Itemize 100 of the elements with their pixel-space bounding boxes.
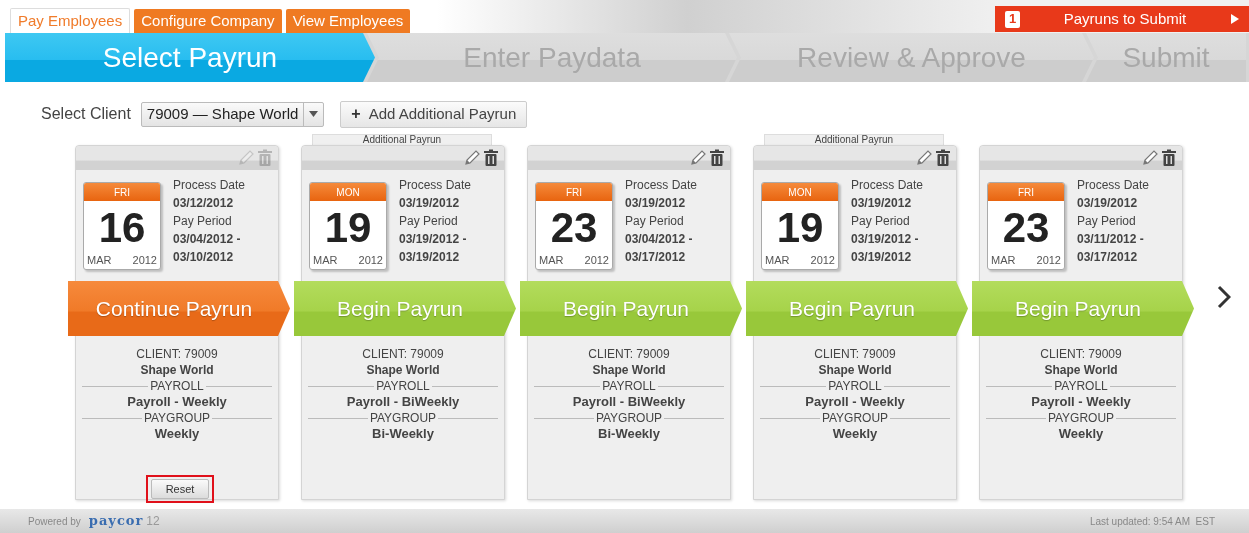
weekday-label: MON xyxy=(310,183,386,201)
submit-label: Payruns to Submit xyxy=(1062,8,1188,29)
year-label: 2012 xyxy=(132,255,157,266)
payrun-action-button[interactable]: Begin Payrun xyxy=(746,281,968,336)
month-label: MAR xyxy=(991,255,1016,266)
client-number: CLIENT: 79009 xyxy=(588,346,670,362)
payrun-action-button[interactable]: Continue Payrun xyxy=(68,281,290,336)
paygroup-name: Bi-Weekly xyxy=(372,426,434,442)
trash-icon[interactable] xyxy=(1161,149,1177,167)
count-badge: 1 xyxy=(1005,10,1020,28)
select-client-label: Select Client xyxy=(41,104,131,124)
payroll-name: Payroll - Weekly xyxy=(1031,394,1131,410)
client-number: CLIENT: 79009 xyxy=(362,346,444,362)
caret-icon[interactable] xyxy=(309,111,319,117)
paygroup-label: PAYGROUP xyxy=(820,410,890,426)
client-number: CLIENT: 79009 xyxy=(1040,346,1122,362)
pencil-icon[interactable] xyxy=(915,149,933,167)
process-date: 03/19/2012 xyxy=(851,195,913,212)
process-date-label: Process Date xyxy=(625,177,698,194)
process-date-label: Process Date xyxy=(173,177,246,194)
day-number: 19 xyxy=(776,207,824,249)
pay-period-start: 03/19/2012 - xyxy=(399,231,468,248)
pencil-icon[interactable] xyxy=(463,149,481,167)
paygroup-label: PAYGROUP xyxy=(368,410,438,426)
pay-period-start: 03/19/2012 - xyxy=(851,231,920,248)
year-label: 2012 xyxy=(358,255,383,266)
pay-period-end: 03/19/2012 xyxy=(399,249,461,266)
paygroup-label: PAYGROUP xyxy=(594,410,664,426)
client-name: Shape World xyxy=(1044,362,1118,378)
payroll-label: PAYROLL xyxy=(149,378,205,394)
client-name: Shape World xyxy=(366,362,440,378)
payrun-action-button[interactable]: Begin Payrun xyxy=(294,281,516,336)
trash-icon[interactable] xyxy=(935,149,951,167)
month-label: MAR xyxy=(87,255,112,266)
process-date: 03/12/2012 xyxy=(173,195,235,212)
paygroup-name: Weekly xyxy=(832,426,878,442)
payroll-name: Payroll - BiWeekly xyxy=(572,394,686,410)
payrun-action-button[interactable]: Begin Payrun xyxy=(972,281,1194,336)
pay-period-start: 03/04/2012 - xyxy=(625,231,694,248)
payroll-name: Payroll - Weekly xyxy=(127,394,227,410)
pay-period-end: 03/19/2012 xyxy=(851,249,913,266)
process-date: 03/19/2012 xyxy=(399,195,461,212)
pay-period-end: 03/10/2012 xyxy=(173,249,235,266)
trash-icon[interactable] xyxy=(709,149,725,167)
payroll-label: PAYROLL xyxy=(375,378,431,394)
step-tab[interactable]: Select Payrun xyxy=(5,33,375,82)
pencil-icon[interactable] xyxy=(1141,149,1159,167)
payroll-label: PAYROLL xyxy=(1053,378,1109,394)
pay-period-end: 03/17/2012 xyxy=(1077,249,1139,266)
pay-period-label: Pay Period xyxy=(173,213,233,230)
year-label: 2012 xyxy=(810,255,835,266)
weekday-label: FRI xyxy=(988,183,1064,201)
day-number: 23 xyxy=(1002,207,1050,249)
pencil-icon[interactable] xyxy=(689,149,707,167)
nav-tab[interactable]: Pay Employees xyxy=(10,8,131,33)
weekday-label: FRI xyxy=(84,183,160,201)
day-number: 16 xyxy=(98,207,146,249)
payrun-action-button[interactable]: Begin Payrun xyxy=(520,281,742,336)
year-label: 2012 xyxy=(584,255,609,266)
last-updated-text: Last updated: 9:54 AM EST xyxy=(1089,514,1215,529)
paygroup-name: Weekly xyxy=(154,426,200,442)
process-date: 03/19/2012 xyxy=(1077,195,1139,212)
client-name: Shape World xyxy=(818,362,892,378)
month-label: MAR xyxy=(765,255,790,266)
weekday-label: FRI xyxy=(536,183,612,201)
day-number: 23 xyxy=(550,207,598,249)
month-label: MAR xyxy=(313,255,338,266)
powered-by-label: Powered by xyxy=(28,514,81,529)
process-date: 03/19/2012 xyxy=(625,195,687,212)
client-dropdown[interactable]: 79009 — Shape World xyxy=(140,101,325,127)
payroll-label: PAYROLL xyxy=(827,378,883,394)
brand-logo: paycor xyxy=(88,512,144,531)
pay-period-label: Pay Period xyxy=(399,213,459,230)
additional-payrun-tag: Additional Payrun xyxy=(312,134,492,146)
add-payrun-button[interactable]: + Add Additional Payrun xyxy=(340,100,528,128)
pay-period-start: 03/04/2012 - xyxy=(173,231,242,248)
weekday-label: MON xyxy=(762,183,838,201)
client-number: CLIENT: 79009 xyxy=(136,346,218,362)
process-date-label: Process Date xyxy=(1077,177,1150,194)
pay-period-label: Pay Period xyxy=(851,213,911,230)
paygroup-name: Bi-Weekly xyxy=(598,426,660,442)
pay-period-label: Pay Period xyxy=(1077,213,1137,230)
payroll-name: Payroll - Weekly xyxy=(805,394,905,410)
paygroup-label: PAYGROUP xyxy=(142,410,212,426)
nav-tab[interactable]: Configure Company xyxy=(134,9,282,33)
play-icon[interactable] xyxy=(1230,14,1239,24)
payroll-label: PAYROLL xyxy=(601,378,657,394)
client-name: Shape World xyxy=(592,362,666,378)
payroll-name: Payroll - BiWeekly xyxy=(346,394,460,410)
paygroup-label: PAYGROUP xyxy=(1046,410,1116,426)
process-date-label: Process Date xyxy=(399,177,472,194)
reset-button[interactable]: Reset xyxy=(151,479,209,499)
nav-tab[interactable]: View Employees xyxy=(285,9,411,33)
paygroup-name: Weekly xyxy=(1058,426,1104,442)
payruns-to-submit-button[interactable]: 1 Payruns to Submit xyxy=(995,6,1249,32)
year-label: 2012 xyxy=(1036,255,1061,266)
pay-period-label: Pay Period xyxy=(625,213,685,230)
trash-icon[interactable] xyxy=(483,149,499,167)
pay-period-end: 03/17/2012 xyxy=(625,249,687,266)
client-name: Shape World xyxy=(140,362,214,378)
